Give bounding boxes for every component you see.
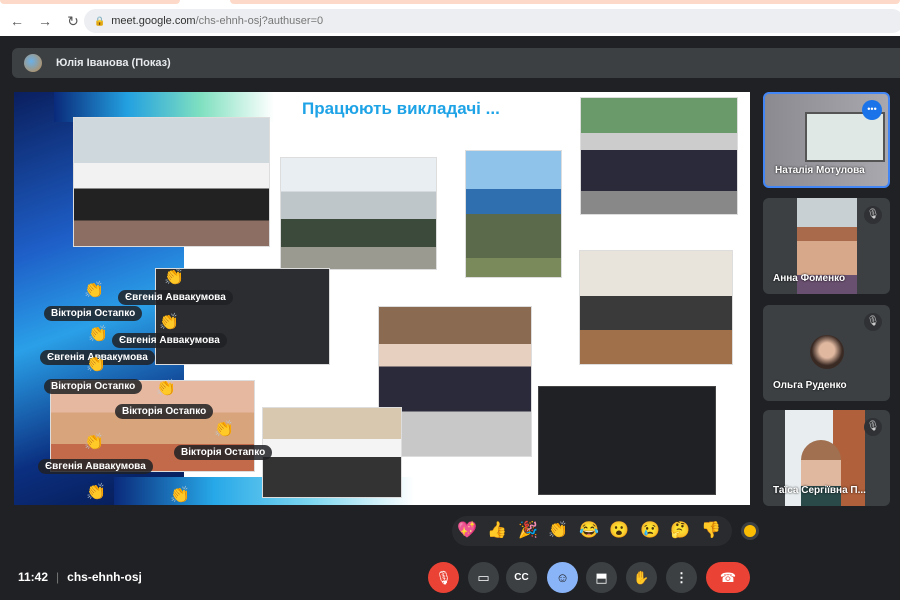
slide-photo	[262, 407, 402, 498]
slide-photo	[538, 386, 716, 495]
cry-reaction-button[interactable]: 😢	[640, 520, 660, 540]
url-host: meet.google.com	[111, 15, 196, 27]
avatar	[24, 54, 42, 72]
slide-photo	[73, 117, 270, 247]
url-path: /chs-ehnh-osj?authuser=0	[195, 15, 324, 27]
mic-off-icon: 🎙	[864, 313, 882, 331]
clap-reaction-button[interactable]: 👏	[548, 520, 568, 540]
participant-face	[801, 440, 841, 506]
reaction-label: Євгенія Аввакумова	[38, 459, 153, 474]
presenter-label: Юлія Іванова (Показ)	[56, 57, 171, 69]
reload-icon[interactable]: ↻	[62, 13, 84, 30]
clap-reaction-icon: 👏	[214, 421, 234, 438]
address-bar[interactable]: 🔒 meet.google.com/chs-ehnh-osj?authuser=…	[84, 9, 900, 33]
browser-toolbar: ← → ↻ 🔒 meet.google.com/chs-ehnh-osj?aut…	[0, 6, 900, 36]
reaction-label: Вікторія Остапко	[174, 445, 273, 460]
reaction-label: Євгенія Аввакумова	[118, 290, 233, 305]
captions-button[interactable]: CC	[506, 562, 537, 593]
presentation-slide: Працюють викладачі ... Євгенія Аввакумов…	[14, 92, 750, 505]
leave-call-button[interactable]: ☎	[706, 562, 750, 593]
party-reaction-button[interactable]: 🎉	[518, 520, 538, 540]
raise-hand-button[interactable]: ✋	[626, 562, 657, 593]
participant-tile[interactable]: 🎙 Ольга Руденко	[763, 305, 890, 401]
participant-tile[interactable]: 🎙 Анна Фоменко	[763, 198, 890, 294]
thumbs-up-reaction-button[interactable]: 👍	[487, 520, 507, 540]
clap-reaction-icon: 👏	[86, 484, 106, 501]
participant-name: Ольга Руденко	[773, 380, 847, 391]
reactions-button[interactable]: ☺	[547, 562, 578, 593]
meeting-code: chs-ehnh-osj	[67, 570, 142, 584]
clap-reaction-icon: 👏	[84, 434, 104, 451]
avatar	[810, 335, 844, 369]
reaction-label: Вікторія Остапко	[44, 379, 143, 394]
mic-off-icon: 🎙	[864, 206, 882, 224]
mic-off-button[interactable]: 🎙	[428, 562, 459, 593]
thinking-reaction-button[interactable]: 🤔	[670, 520, 690, 540]
more-options-button[interactable]: ⋮	[666, 562, 697, 593]
reaction-label: Євгенія Аввакумова	[112, 333, 227, 348]
clap-reaction-icon: 👏	[88, 326, 108, 343]
forward-icon[interactable]: →	[34, 13, 56, 29]
participant-name: Анна Фоменко	[773, 273, 846, 284]
participant-tile[interactable]: 🎙 Таїса Сергіївна П...	[763, 410, 890, 506]
participant-name: Таїса Сергіївна П...	[773, 485, 866, 496]
clap-reaction-icon: 👏	[164, 269, 184, 286]
heart-reaction-button[interactable]: 💖	[457, 520, 477, 540]
reaction-label: Вікторія Остапко	[115, 404, 214, 419]
lock-icon: 🔒	[94, 15, 106, 26]
participant-tile[interactable]: ••• Наталія Мотулова	[763, 92, 890, 188]
meeting-time: 11:42	[18, 570, 49, 584]
reaction-label: Вікторія Остапко	[44, 306, 143, 321]
mic-off-icon: 🎙	[864, 418, 882, 436]
clap-reaction-icon: 👏	[156, 380, 176, 397]
skin-tone-button[interactable]	[741, 522, 759, 540]
camera-button[interactable]: ▭	[468, 562, 499, 593]
slide-photo	[465, 150, 562, 278]
presenter-bar: Юлія Іванова (Показ)	[12, 48, 900, 78]
clap-reaction-icon: 👏	[170, 487, 190, 504]
surprised-reaction-button[interactable]: 😮	[609, 520, 629, 540]
clap-reaction-icon: 👏	[86, 356, 106, 373]
back-icon[interactable]: ←	[6, 13, 28, 29]
meeting-info: 11:42 | chs-ehnh-osj	[18, 570, 142, 584]
laugh-reaction-button[interactable]: 😂	[579, 520, 599, 540]
slide-photo	[579, 250, 733, 365]
slide-title: Працюють викладачі ...	[302, 99, 500, 118]
thumbs-down-reaction-button[interactable]: 👎	[701, 520, 721, 540]
more-options-icon[interactable]: •••	[862, 100, 882, 120]
slide-photo	[280, 157, 437, 270]
clap-reaction-icon: 👏	[159, 314, 179, 331]
present-button[interactable]: ⬒	[586, 562, 617, 593]
slide-photo	[580, 97, 738, 215]
clap-reaction-icon: 👏	[84, 282, 104, 299]
participant-name: Наталія Мотулова	[775, 165, 865, 176]
